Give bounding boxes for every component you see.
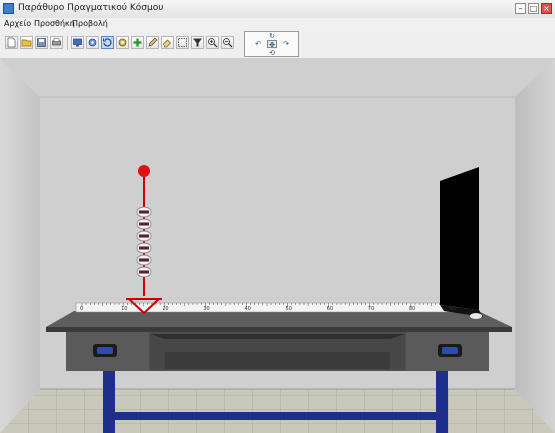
coil-core bbox=[139, 246, 149, 250]
new-file-icon[interactable] bbox=[5, 36, 18, 49]
title-bar: Παράθυρο Πραγματικού Κόσμου – □ × bbox=[0, 0, 555, 19]
camera-control-panel: ↻ ↶ ✥ ↷ ⟲ bbox=[244, 31, 299, 57]
coil-core bbox=[139, 258, 149, 262]
open-folder-icon[interactable] bbox=[20, 36, 33, 49]
gear-icon[interactable] bbox=[86, 36, 99, 49]
table-leg-right bbox=[436, 365, 448, 433]
black-screen[interactable] bbox=[440, 167, 479, 310]
table-leg-left bbox=[103, 365, 115, 433]
toolbar: ↻ ↶ ✥ ↷ ⟲ bbox=[0, 30, 555, 59]
select-rect-icon[interactable] bbox=[176, 36, 189, 49]
3d-viewport[interactable]: 0 10 20 30 40 50 60 70 80 90 bbox=[0, 59, 555, 433]
pencil-icon[interactable] bbox=[146, 36, 159, 49]
maximize-button[interactable]: □ bbox=[528, 3, 539, 14]
coil-core bbox=[139, 222, 149, 226]
menu-view[interactable]: Προβολή bbox=[72, 18, 108, 30]
filter-icon[interactable] bbox=[191, 36, 204, 49]
app-window: Παράθυρο Πραγματικού Κόσμου – □ × Αρχείο… bbox=[0, 0, 555, 433]
right-wall bbox=[515, 59, 555, 433]
rotate-left-icon[interactable]: ↶ bbox=[253, 40, 263, 48]
rotate-down-icon[interactable]: ⟲ bbox=[267, 49, 277, 57]
table-crossbar bbox=[103, 412, 448, 420]
app-icon bbox=[3, 3, 14, 14]
window-title: Παράθυρο Πραγματικού Κόσμου bbox=[18, 3, 164, 13]
rod-top-ball bbox=[138, 165, 150, 177]
rotate-right-icon[interactable]: ↷ bbox=[281, 40, 291, 48]
print-icon[interactable] bbox=[50, 36, 63, 49]
save-icon[interactable] bbox=[35, 36, 48, 49]
floor bbox=[0, 389, 555, 433]
minimize-button[interactable]: – bbox=[515, 3, 526, 14]
menu-bar: Αρχείο Προσθήκη Προβολή bbox=[0, 18, 555, 30]
eraser-icon[interactable] bbox=[161, 36, 174, 49]
rotate-view-icon[interactable] bbox=[101, 36, 114, 49]
add-icon[interactable] bbox=[131, 36, 144, 49]
zoom-in-icon[interactable] bbox=[206, 36, 219, 49]
camera-icon[interactable] bbox=[116, 36, 129, 49]
menu-file[interactable]: Αρχείο bbox=[4, 18, 31, 30]
close-button[interactable]: × bbox=[541, 3, 552, 14]
monitor-icon[interactable] bbox=[71, 36, 84, 49]
coil-core bbox=[139, 234, 149, 238]
screen-base bbox=[470, 313, 482, 319]
scene-canvas bbox=[0, 59, 555, 433]
rotate-up-icon[interactable]: ↻ bbox=[267, 32, 277, 40]
zoom-out-icon[interactable] bbox=[221, 36, 234, 49]
table-top bbox=[46, 311, 512, 327]
center-view-icon[interactable]: ✥ bbox=[267, 40, 277, 49]
toolbar-separator bbox=[67, 36, 68, 50]
coil-core bbox=[139, 210, 149, 214]
left-wall bbox=[0, 59, 40, 433]
menu-add[interactable]: Προσθήκη bbox=[34, 18, 75, 30]
coil-core bbox=[139, 270, 149, 274]
